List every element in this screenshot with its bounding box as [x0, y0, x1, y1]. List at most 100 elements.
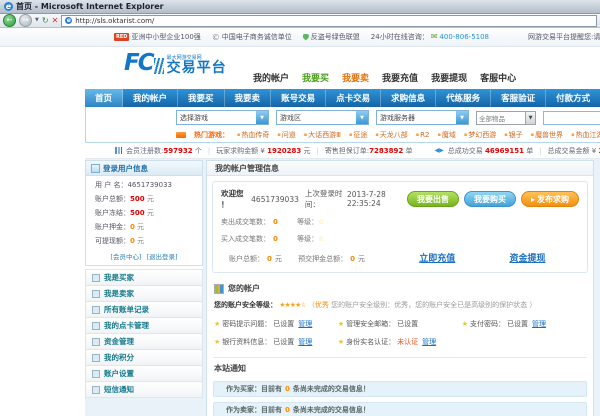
sidebar-item-settings[interactable]: 账户设置 [86, 366, 202, 382]
search-input[interactable] [543, 111, 600, 125]
bullet-icon: ▪ [349, 132, 352, 138]
manage-link[interactable]: 管理 [298, 337, 312, 347]
tab-wtb-info[interactable]: 求购信息 [381, 89, 436, 107]
back-button[interactable]: ← [3, 14, 16, 27]
panel-icon [91, 164, 100, 173]
usernav-my-account[interactable]: 我的帐户 [253, 71, 289, 84]
welcome-greeting: 欢迎您 ！ [221, 188, 247, 210]
deposit-row: 账户押金：0 元 [86, 218, 202, 232]
publish-wtb-button[interactable]: ▸发布求购 [521, 191, 579, 207]
grade-star-icon: ☆ [318, 235, 324, 243]
sell-button[interactable]: 我要出售 [407, 191, 459, 207]
manage-link[interactable]: 管理 [298, 319, 312, 329]
usernav-recharge[interactable]: 我要充值 [382, 71, 418, 84]
tab-payment[interactable]: 付款方式 [546, 89, 600, 107]
sidebar-item-funds[interactable]: 资金管理 [86, 334, 202, 350]
hot-game-link[interactable]: ▪魔兽世界 [531, 130, 563, 140]
buy-button[interactable]: 我要购买 [464, 191, 516, 207]
tab-sell[interactable]: 我要卖 [225, 89, 272, 107]
member-center-link[interactable]: [会员中心] [110, 251, 141, 261]
logout-link[interactable]: [退出登录] [147, 251, 178, 261]
tab-powerlevel[interactable]: 代练服务 [436, 89, 491, 107]
menu-icon [92, 354, 100, 362]
chevron-down-icon[interactable]: ▼ [525, 112, 535, 124]
withdraw-link[interactable]: 资金提现 [509, 254, 545, 264]
tab-service-verify[interactable]: 客服验证 [491, 89, 546, 107]
hot-game-link[interactable]: ▪问道 [277, 130, 295, 140]
sidebar-item-bills[interactable]: 所有账单记录 [86, 302, 202, 318]
balance-summary-row: 账户总额：0元 预交押金总额：0元 立即充值 资金提现 [221, 251, 579, 264]
sidebar-menu: 我是买家 我是卖家 所有账单记录 我的点卡管理 资金管理 我的积分 账户设置 短… [85, 269, 203, 398]
mail-icon: ✉ [431, 33, 438, 41]
chevron-down-icon[interactable]: ▼ [356, 111, 368, 124]
browser-window: e 首页 - Microsoft Internet Explorer ← → ▼… [0, 0, 600, 416]
usernav-service[interactable]: 客服中心 [480, 71, 516, 84]
usernav-buy[interactable]: 我要买 [302, 71, 329, 84]
seller-notice-bar: 作为卖家：目前有0条尚未完成的交易信息！ [213, 402, 587, 416]
refresh-icon[interactable]: ↻ [42, 17, 49, 25]
tab-buy[interactable]: 我要买 [178, 89, 225, 107]
search-row: 选择游戏 ▼ 游戏区 ▼ 游戏服务器 ▼ 全部物品 ▼ 搜索 [86, 107, 600, 128]
sidebar-item-points[interactable]: 我的积分 [86, 350, 202, 366]
manage-link[interactable]: 管理 [422, 337, 436, 347]
history-dropdown-icon[interactable]: ▼ [35, 18, 39, 23]
hot-game-link[interactable]: ▪天龙八部 [375, 130, 407, 140]
masthead: FC 最大网游交易网 交易平台 我的帐户 我要买 我要卖 我要充值 我要提现 客… [0, 47, 600, 89]
manage-link[interactable]: 管理 [532, 319, 546, 329]
forward-button[interactable]: → [19, 14, 32, 27]
notices-title: 本站通知 [213, 357, 587, 376]
recharge-link[interactable]: 立即充值 [419, 254, 455, 264]
hotline-label: 24小时在线咨询： [371, 32, 429, 42]
certification-bar: RED 亚洲中小型企业100强 © 中国电子商务诚信单位 反盗号绿色联盟 24小… [0, 28, 600, 47]
hot-game-link[interactable]: ▪魔域 [438, 130, 456, 140]
zone-select[interactable]: 游戏区 ▼ [276, 110, 369, 125]
hot-game-link[interactable]: ▪梦幻西游 [464, 130, 496, 140]
sold-count-row: 卖出成交笔数：0 等级：☆ [221, 217, 579, 227]
page-body: 登录用户信息 用 户 名：4651739033 账户总额：500 元 账户冻结：… [85, 159, 600, 416]
category-select[interactable]: 全部物品 ▼ [476, 111, 536, 125]
tab-account-trade[interactable]: 账号交易 [271, 89, 326, 107]
search-section: 选择游戏 ▼ 游戏区 ▼ 游戏服务器 ▼ 全部物品 ▼ 搜索 热门游 [85, 107, 600, 143]
game-select[interactable]: 选择游戏 ▼ [176, 110, 269, 125]
chevron-down-icon[interactable]: ▼ [456, 111, 468, 124]
bullet-icon: ▪ [438, 132, 441, 138]
shield-icon [303, 34, 309, 41]
sidebar-item-cards[interactable]: 我的点卡管理 [86, 318, 202, 334]
address-bar[interactable]: e http://sls.oktarist.com/ [61, 15, 597, 27]
site-logo[interactable]: FC 最大网游交易网 交易平台 [124, 52, 227, 75]
welcome-username: 4651739033 [251, 195, 299, 204]
hot-game-link[interactable]: ▪征途 [349, 130, 367, 140]
tab-my-account[interactable]: 我的帐户 [123, 89, 178, 107]
usernav-withdraw[interactable]: 我要提现 [431, 71, 467, 84]
hot-game-link[interactable]: ▪热血传奇 [237, 130, 269, 140]
url-text: http://sls.oktarist.com/ [75, 17, 154, 25]
stat-total-amount: 总成交易金额 ¥ 32963598 元 [548, 146, 600, 156]
sidebar-item-seller[interactable]: 我是卖家 [86, 286, 202, 302]
hot-game-link[interactable]: ▪大话西游Ⅲ [304, 130, 341, 140]
bought-count-row: 买入成交笔数：0 等级：☆ [221, 234, 579, 244]
user-info-panel: 登录用户信息 用 户 名：4651739033 账户总额：500 元 账户冻结：… [85, 160, 203, 266]
tab-card-trade[interactable]: 点卡交易 [326, 89, 381, 107]
security-level-line: 您的账户安全等级： ★★★★☆ （优秀 您的账户安全级别：优秀，您的账户安全已是… [213, 298, 587, 314]
hot-game-link[interactable]: ▪热血江湖 [571, 130, 600, 140]
usernav-sell[interactable]: 我要卖 [342, 71, 369, 84]
account-security-section: 您的帐户 您的账户安全等级： ★★★★☆ （优秀 您的账户安全级别：优秀，您的账… [213, 278, 587, 355]
stop-icon[interactable]: ✕ [52, 17, 59, 25]
hot-game-link[interactable]: ▪银子 [504, 130, 522, 140]
last-login-time: 2013-7-28 22:35:24 [347, 190, 407, 208]
server-select[interactable]: 游戏服务器 ▼ [376, 110, 469, 125]
platform-stats: 会员注册数:597932 个 | 玩家求购金额 ¥ 1920283 元 | 寄售… [85, 143, 600, 159]
tab-home[interactable]: 首页 [85, 89, 123, 107]
menu-icon [92, 386, 100, 394]
security-item-bank-info: ★ 银行资料信息：已设置 管理 [214, 333, 338, 351]
main-content: 我的帐户管理信息 欢迎您 ！ 4651739033 上次登录时间： 2013-7… [206, 160, 594, 416]
last-login-label: 上次登录时间： [305, 188, 347, 210]
menu-icon [92, 274, 100, 282]
hot-game-link[interactable]: ▪R2 [416, 131, 430, 139]
menu-icon [92, 322, 100, 330]
sidebar-item-buyer[interactable]: 我是买家 [86, 270, 202, 286]
chevron-down-icon[interactable]: ▼ [256, 111, 268, 124]
buyer-notice-bar: 作为买家：目前有0条尚未完成的交易信息！ [213, 381, 587, 397]
sidebar-item-sms[interactable]: 短信通知 [86, 382, 202, 398]
cert-ecommerce: 中国电子商务诚信单位 [222, 32, 292, 42]
